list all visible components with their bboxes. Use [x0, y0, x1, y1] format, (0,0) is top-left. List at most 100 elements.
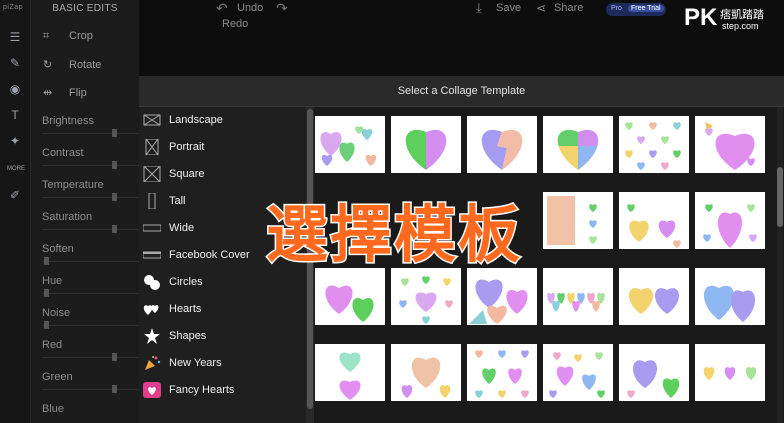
shapes-icon — [144, 328, 160, 344]
template-thumbnail[interactable] — [543, 116, 613, 173]
category-label: Portrait — [169, 141, 205, 153]
temperature-slider[interactable]: Temperature — [42, 179, 152, 201]
template-scrollbar[interactable] — [777, 107, 783, 423]
template-thumbnail[interactable] — [695, 268, 765, 325]
template-thumbnail[interactable] — [619, 192, 689, 249]
contrast-slider[interactable]: Contrast — [42, 147, 152, 169]
template-thumbnail[interactable] — [619, 116, 689, 173]
category-label: Landscape — [169, 114, 223, 126]
panel-title: BASIC EDITS — [52, 3, 118, 14]
red-slider[interactable]: Red — [42, 339, 152, 361]
undo-button[interactable]: Undo — [237, 2, 263, 14]
temperature-label: Temperature — [42, 179, 104, 191]
save-icon[interactable]: ⤓ — [476, 0, 482, 16]
template-thumbnail[interactable] — [695, 116, 765, 173]
template-thumbnail[interactable] — [695, 344, 765, 401]
category-shapes[interactable]: Shapes — [143, 325, 303, 347]
modal-title: Select a Collage Template — [139, 76, 784, 107]
blue-label: Blue — [42, 403, 65, 415]
template-thumbnail[interactable] — [315, 116, 385, 173]
slider-knob[interactable] — [112, 129, 117, 137]
basic-edits-panel: BASIC EDITS ⌗ Crop ↻ Rotate ⇹ Flip Brightne… — [31, 0, 150, 423]
slider-knob[interactable] — [44, 321, 49, 329]
template-thumbnail[interactable] — [619, 344, 689, 401]
redo-icon[interactable]: ↷ — [276, 0, 288, 17]
green-slider[interactable]: Green — [42, 371, 152, 393]
template-thumbnail[interactable] — [543, 344, 613, 401]
redo-button[interactable]: Redo — [222, 18, 248, 30]
category-portrait[interactable]: Portrait — [143, 136, 303, 158]
noise-slider[interactable]: Noise — [42, 307, 152, 329]
sliders-icon[interactable]: ☰ — [7, 30, 23, 44]
template-thumbnail[interactable] — [391, 344, 461, 401]
pro-tag: Pro — [611, 5, 622, 12]
flip-tool[interactable]: ⇹ Flip — [43, 86, 87, 99]
facebook-cover-icon — [143, 251, 161, 259]
category-label: Fancy Hearts — [169, 384, 235, 396]
portrait-icon — [145, 139, 159, 155]
slider-knob[interactable] — [112, 161, 117, 169]
wide-icon — [143, 224, 161, 232]
template-thumbnail[interactable] — [467, 116, 537, 173]
text-icon[interactable]: T — [7, 108, 23, 122]
brush-icon[interactable]: ✐ — [7, 188, 23, 202]
tall-icon — [148, 193, 156, 209]
share-icon[interactable]: ⋖ — [536, 1, 546, 15]
category-hearts[interactable]: Hearts — [143, 298, 303, 320]
blue-slider[interactable]: Blue — [42, 403, 152, 415]
category-label: New Years — [169, 357, 222, 369]
slider-knob[interactable] — [112, 225, 117, 233]
category-label: Wide — [169, 222, 195, 234]
template-thumbnail[interactable] — [467, 344, 537, 401]
overlay-caption: 選擇模板 — [264, 197, 523, 273]
sticker-icon[interactable]: ✦ — [7, 134, 23, 148]
category-new-years[interactable]: New Years — [143, 352, 303, 374]
brightness-slider[interactable]: Brightness — [42, 115, 152, 137]
crop-tool[interactable]: ⌗ Crop — [43, 30, 93, 43]
saturation-slider[interactable]: Saturation — [42, 211, 152, 233]
pk-site-url: step.com — [722, 21, 759, 31]
slider-knob[interactable] — [112, 193, 117, 201]
pro-trial-badge[interactable]: Pro Free Trial — [606, 3, 666, 16]
template-thumbnail[interactable] — [391, 116, 461, 173]
category-circles[interactable]: Circles — [143, 271, 303, 293]
category-label: Facebook Cover — [169, 249, 250, 261]
hue-slider[interactable]: Hue — [42, 275, 152, 297]
pk-logo-text: PK — [684, 4, 718, 31]
category-landscape[interactable]: Landscape — [143, 109, 303, 131]
slider-knob[interactable] — [44, 289, 49, 297]
crop-icon: ⌗ — [43, 30, 50, 42]
slider-knob[interactable] — [112, 385, 117, 393]
soften-label: Soften — [42, 243, 74, 255]
party-popper-icon — [145, 356, 161, 370]
red-label: Red — [42, 339, 63, 351]
eye-icon[interactable]: ◉ — [7, 82, 23, 96]
app-logo: piZap — [3, 4, 24, 11]
template-thumbnail[interactable] — [467, 268, 537, 325]
slider-knob[interactable] — [44, 257, 49, 265]
watermark-logo: PK 痞凱踏踏 step.com — [684, 4, 774, 34]
category-label: Shapes — [169, 330, 207, 342]
square-icon — [143, 166, 161, 182]
template-thumbnail[interactable] — [619, 268, 689, 325]
template-thumbnail[interactable] — [315, 344, 385, 401]
noise-label: Noise — [42, 307, 71, 319]
brightness-label: Brightness — [42, 115, 94, 127]
category-square[interactable]: Square — [143, 163, 303, 185]
magic-wand-icon[interactable]: ✎ — [7, 56, 23, 70]
category-fancy-hearts[interactable]: Fancy Hearts — [143, 379, 303, 401]
share-button[interactable]: Share — [554, 2, 583, 14]
pk-site-name: 痞凱踏踏 — [720, 8, 764, 21]
template-thumbnail[interactable] — [695, 192, 765, 249]
template-thumbnail[interactable] — [391, 268, 461, 325]
slider-knob[interactable] — [112, 353, 117, 361]
template-thumbnail[interactable] — [543, 192, 613, 249]
template-thumbnail[interactable] — [315, 268, 385, 325]
undo-icon[interactable]: ↶ — [216, 0, 228, 17]
save-button[interactable]: Save — [496, 2, 521, 14]
template-thumbnail[interactable] — [543, 268, 613, 325]
soften-slider[interactable]: Soften — [42, 243, 152, 265]
more-icon[interactable]: MORE — [7, 162, 25, 176]
category-label: Circles — [169, 276, 203, 288]
rotate-tool[interactable]: ↻ Rotate — [43, 58, 101, 71]
